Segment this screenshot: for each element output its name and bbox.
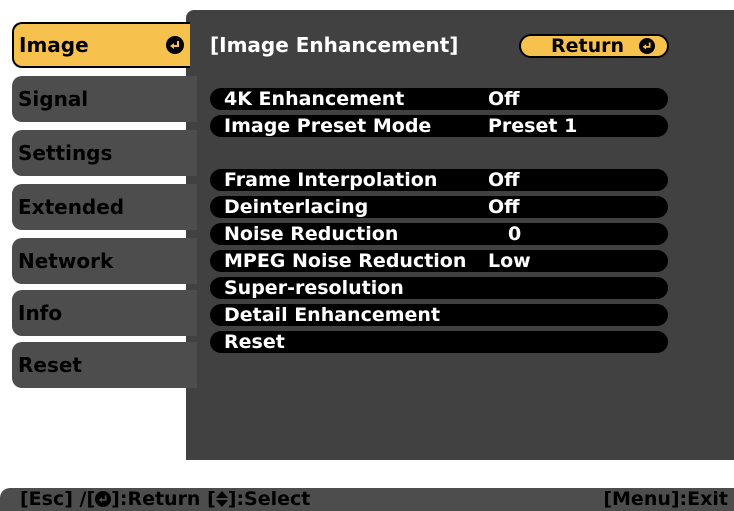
tab-image[interactable]: Image <box>12 22 190 68</box>
item-name: Image Preset Mode <box>224 115 432 137</box>
return-button[interactable]: Return <box>519 34 669 58</box>
enter-icon <box>639 38 655 54</box>
enter-icon <box>166 36 184 54</box>
tab-info[interactable]: Info <box>12 290 197 336</box>
tab-extended[interactable]: Extended <box>12 184 197 230</box>
tab-label: Reset <box>18 353 82 377</box>
tab-label: Extended <box>18 195 125 219</box>
item-value: Off <box>488 88 520 110</box>
item-name: Frame Interpolation <box>224 169 438 191</box>
menu-item-noise-reduction[interactable]: Noise Reduction 0 <box>210 223 668 245</box>
menu-item-mpeg-noise-reduction[interactable]: MPEG Noise Reduction Low <box>210 250 668 272</box>
tab-reset[interactable]: Reset <box>12 342 197 388</box>
item-name: Super-resolution <box>224 277 404 299</box>
item-name: MPEG Noise Reduction <box>224 250 467 272</box>
esc-hint: [Esc] /[ <box>20 488 96 510</box>
item-value: Preset 1 <box>488 115 578 137</box>
menu-item-reset[interactable]: Reset <box>210 331 668 353</box>
footer-help: [Esc] /[ ]:Return [ ]:Select <box>20 488 310 511</box>
item-name: Detail Enhancement <box>224 304 441 326</box>
tab-label: Info <box>18 301 63 325</box>
return-hint: ]:Return [ <box>111 488 216 510</box>
menu-item-detail-enhancement[interactable]: Detail Enhancement <box>210 304 668 326</box>
menu-item-deinterlacing[interactable]: Deinterlacing Off <box>210 196 668 218</box>
select-hint: ]:Select <box>227 488 311 510</box>
return-label: Return <box>551 35 625 57</box>
item-value: Off <box>488 196 520 218</box>
tab-network[interactable]: Network <box>12 238 197 284</box>
tab-label: Image <box>19 33 89 57</box>
menu-item-image-preset-mode[interactable]: Image Preset Mode Preset 1 <box>210 115 668 137</box>
tab-label: Signal <box>18 87 89 111</box>
item-name: 4K Enhancement <box>224 88 405 110</box>
menu-item-super-resolution[interactable]: Super-resolution <box>210 277 668 299</box>
enter-icon <box>95 491 112 507</box>
item-name: Noise Reduction <box>224 223 399 245</box>
tab-settings[interactable]: Settings <box>12 130 197 176</box>
tab-signal[interactable]: Signal <box>12 76 197 122</box>
page-title: [Image Enhancement] <box>210 33 459 57</box>
item-value: Low <box>488 250 531 272</box>
item-value: 0 <box>508 223 522 245</box>
tab-label: Network <box>18 249 114 273</box>
footer-help-bar: [Esc] /[ ]:Return [ ]:Select [Menu]:Exit <box>0 488 734 511</box>
updown-arrow-icon <box>215 491 228 507</box>
menu-item-frame-interpolation[interactable]: Frame Interpolation Off <box>210 169 668 191</box>
tab-label: Settings <box>18 141 113 165</box>
item-name: Reset <box>224 331 285 353</box>
item-name: Deinterlacing <box>224 196 369 218</box>
exit-hint: [Menu]:Exit <box>603 488 728 510</box>
item-value: Off <box>488 169 520 191</box>
menu-item-4k-enhancement[interactable]: 4K Enhancement Off <box>210 88 668 110</box>
